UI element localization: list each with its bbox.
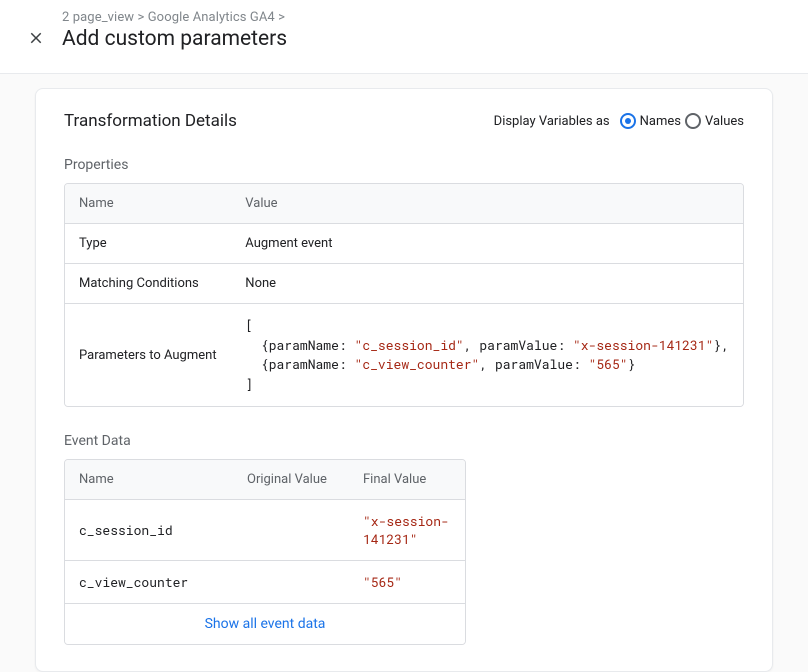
radio-dot-icon: [620, 113, 636, 129]
radio-values-label: Values: [705, 114, 744, 129]
breadcrumb: 2 page_view > Google Analytics GA4 >: [62, 10, 808, 25]
properties-table: Name Value Type Augment event Matching C…: [64, 183, 744, 407]
event-row-final: "x-session-141231": [349, 500, 465, 561]
prop-type-name: Type: [65, 224, 231, 264]
radio-names-label: Names: [640, 114, 681, 129]
event-row-orig: [233, 561, 349, 604]
event-header-orig: Original Value: [233, 460, 349, 500]
properties-header-value: Value: [231, 184, 743, 224]
event-row-name: c_session_id: [65, 500, 233, 561]
table-row: c_view_counter "565": [65, 561, 465, 604]
radio-names[interactable]: Names: [620, 113, 681, 129]
transformation-details-card: Transformation Details Display Variables…: [35, 88, 773, 672]
modal-header: 2 page_view > Google Analytics GA4 > Add…: [0, 0, 808, 74]
prop-match-name: Matching Conditions: [65, 264, 231, 304]
event-row-orig: [233, 500, 349, 561]
radio-dot-icon: [685, 113, 701, 129]
page-title: Add custom parameters: [62, 27, 808, 51]
properties-section-title: Properties: [64, 157, 744, 173]
event-header-name: Name: [65, 460, 233, 500]
table-row: c_session_id "x-session-141231": [65, 500, 465, 561]
table-row: Type Augment event: [65, 224, 743, 264]
event-data-table: Name Original Value Final Value c_sessio…: [64, 459, 466, 645]
card-title: Transformation Details: [64, 111, 494, 131]
prop-params-name: Parameters to Augment: [65, 304, 231, 407]
event-row-name: c_view_counter: [65, 561, 233, 604]
prop-match-value: None: [231, 264, 743, 304]
show-all-event-data-link[interactable]: Show all event data: [65, 604, 465, 645]
table-row: Parameters to Augment [ {paramName: "c_s…: [65, 304, 743, 407]
table-row: Matching Conditions None: [65, 264, 743, 304]
event-row-final: "565": [349, 561, 465, 604]
prop-type-value: Augment event: [231, 224, 743, 264]
properties-header-name: Name: [65, 184, 231, 224]
prop-params-value: [ {paramName: "c_session_id", paramValue…: [231, 304, 743, 407]
event-data-section-title: Event Data: [64, 433, 744, 449]
radio-values[interactable]: Values: [685, 113, 744, 129]
close-icon[interactable]: [24, 26, 48, 50]
params-code-block: [ {paramName: "c_session_id", paramValue…: [245, 316, 729, 394]
event-header-final: Final Value: [349, 460, 465, 500]
display-variables-label: Display Variables as: [494, 114, 610, 129]
